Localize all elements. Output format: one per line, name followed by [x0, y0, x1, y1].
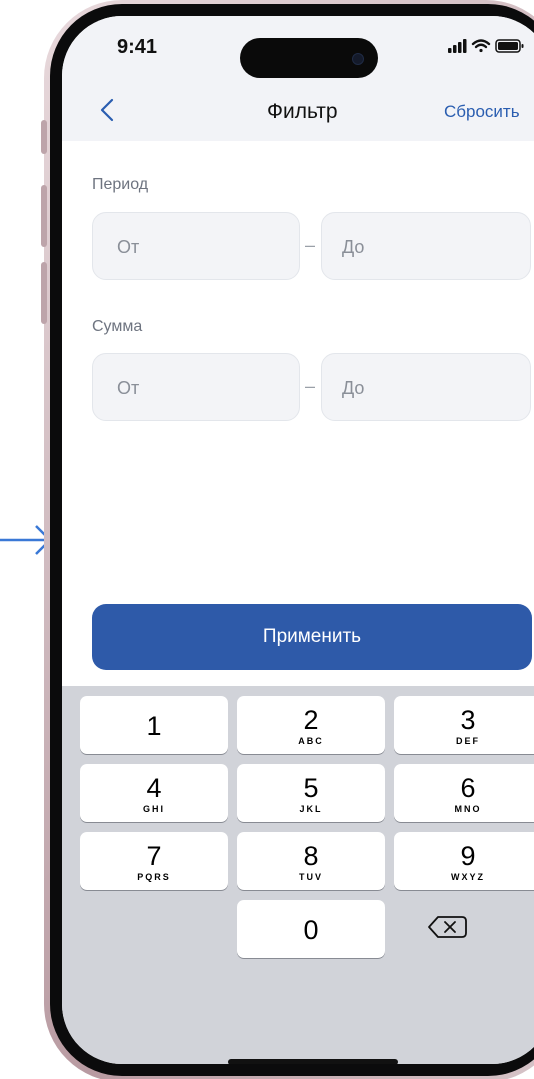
volume-up-button — [41, 185, 47, 247]
amount-label: Сумма — [92, 318, 143, 335]
period-to-field[interactable]: До — [321, 212, 531, 280]
key-0[interactable]: 0 — [237, 900, 385, 958]
backspace-icon[interactable] — [418, 907, 478, 947]
period-from-placeholder: От — [117, 237, 140, 257]
back-chevron-icon[interactable] — [96, 96, 120, 124]
amount-from-field[interactable]: От — [92, 353, 300, 421]
volume-down-button — [41, 262, 47, 324]
key-letters: MNO — [454, 804, 482, 814]
key-digit: 4 — [146, 773, 162, 803]
key-2[interactable]: 2 ABC — [237, 696, 385, 754]
key-digit: 2 — [303, 705, 319, 735]
key-digit: 7 — [146, 841, 162, 871]
reset-button[interactable]: Сбросить — [444, 102, 520, 122]
action-button — [41, 120, 47, 154]
phone-screen: 9:41 Фильтр Сбросить Период От – До Сумм… — [62, 16, 534, 1064]
top-bar: 9:41 Фильтр Сбросить — [62, 16, 534, 141]
mockup-stage: 9:41 Фильтр Сбросить Период От – До Сумм… — [0, 0, 534, 1079]
amount-separator: – — [304, 376, 315, 396]
key-8[interactable]: 8 TUV — [237, 832, 385, 890]
amount-to-placeholder: До — [342, 378, 365, 398]
key-digit: 5 — [303, 773, 319, 803]
key-digit: 3 — [460, 705, 476, 735]
period-to-placeholder: До — [342, 237, 365, 257]
home-indicator — [228, 1059, 398, 1064]
key-1[interactable]: 1 — [80, 696, 228, 754]
dynamic-island — [240, 38, 378, 78]
amount-from-placeholder: От — [117, 378, 140, 398]
key-letters: JKL — [299, 804, 323, 814]
key-letters: DEF — [456, 736, 480, 746]
period-from-field[interactable]: От — [92, 212, 300, 280]
battery-icon — [495, 39, 524, 53]
key-3[interactable]: 3 DEF — [394, 696, 534, 754]
key-4[interactable]: 4 GHI — [80, 764, 228, 822]
status-time: 9:41 — [117, 36, 158, 58]
key-letters: WXYZ — [451, 872, 485, 882]
page-title: Фильтр — [267, 100, 338, 123]
signal-icon — [448, 39, 467, 53]
key-digit: 1 — [146, 711, 162, 741]
wifi-icon — [471, 39, 491, 53]
key-digit: 8 — [303, 841, 319, 871]
key-letters: TUV — [299, 872, 323, 882]
apply-button[interactable]: Применить — [92, 604, 532, 670]
key-letters: ABC — [298, 736, 324, 746]
amount-to-field[interactable]: До — [321, 353, 531, 421]
key-letters: PQRS — [137, 872, 171, 882]
status-icons — [448, 39, 524, 53]
camera-icon — [352, 53, 364, 65]
key-digit: 9 — [460, 841, 476, 871]
period-separator: – — [304, 235, 315, 255]
period-label: Период — [92, 176, 149, 193]
key-5[interactable]: 5 JKL — [237, 764, 385, 822]
key-9[interactable]: 9 WXYZ — [394, 832, 534, 890]
key-digit: 0 — [303, 915, 319, 945]
key-7[interactable]: 7 PQRS — [80, 832, 228, 890]
key-digit: 6 — [460, 773, 476, 803]
key-letters: GHI — [142, 804, 165, 814]
key-6[interactable]: 6 MNO — [394, 764, 534, 822]
